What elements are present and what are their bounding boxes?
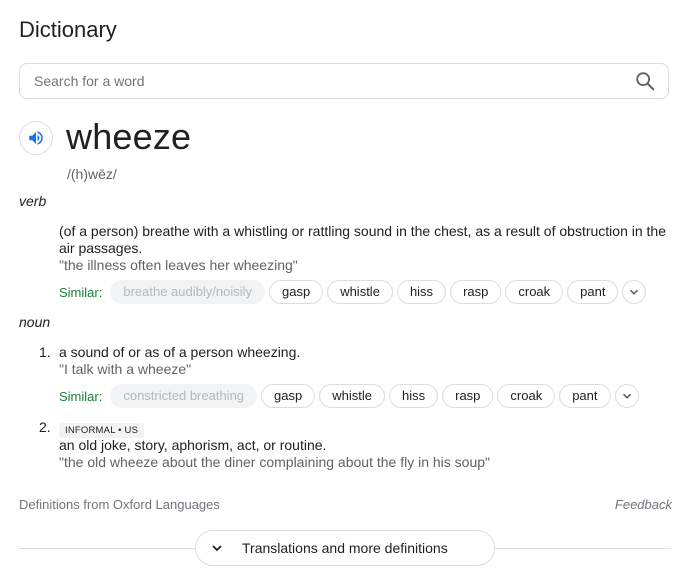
phonetic: /(h)wēz/ — [67, 166, 117, 182]
verb-definition-line1: (of a person) breathe with a whistling o… — [59, 223, 666, 239]
similar-label: Similar: — [59, 284, 103, 300]
chevron-down-icon — [622, 393, 631, 399]
chevron-down-icon — [212, 545, 222, 552]
more-definitions-label: Translations and more definitions — [242, 540, 448, 556]
similar-chip[interactable]: croak — [497, 384, 556, 408]
noun-definition-1: a sound of or as of a person wheezing. — [59, 344, 301, 360]
headword: wheeze — [66, 116, 192, 157]
verb-definition: (of a person) breathe with a whistling o… — [59, 223, 679, 257]
similar-chip[interactable]: croak — [505, 280, 564, 304]
similar-chip[interactable]: breathe audibly/noisily — [110, 280, 265, 304]
noun-definition-2: an old joke, story, aphorism, act, or ro… — [59, 437, 327, 453]
register-label: INFORMAL • US — [59, 423, 145, 438]
similar-chip[interactable]: whistle — [327, 280, 393, 304]
verb-example: "the illness often leaves her wheezing" — [59, 257, 298, 273]
similar-chip[interactable]: hiss — [388, 384, 439, 408]
noun-similar-row: Similar: constricted breathing gasp whis… — [59, 384, 639, 408]
similar-label: Similar: — [59, 388, 103, 404]
sense-number: 1. — [39, 344, 51, 360]
verb-definition-line2: air passages. — [59, 240, 143, 256]
pronunciation-button[interactable] — [19, 121, 53, 155]
source-attribution: Definitions from Oxford Languages — [19, 497, 220, 512]
chevron-down-icon — [630, 289, 639, 295]
pos-noun: noun — [19, 314, 51, 330]
similar-chip[interactable]: whistle — [319, 384, 385, 408]
similar-chip[interactable]: gasp — [261, 384, 316, 408]
speaker-icon — [29, 131, 43, 145]
noun-example-2: "the old wheeze about the diner complain… — [59, 454, 490, 470]
more-definitions-button[interactable]: Translations and more definitions — [195, 530, 495, 566]
feedback-link[interactable]: Feedback — [615, 497, 672, 512]
similar-chip[interactable]: rasp — [450, 280, 502, 304]
similar-chip[interactable]: constricted breathing — [110, 384, 258, 408]
search-icon[interactable] — [634, 70, 656, 92]
similar-chip[interactable]: gasp — [268, 280, 324, 304]
search-box[interactable]: Search for a word — [19, 63, 669, 99]
search-input[interactable]: Search for a word — [34, 73, 634, 89]
similar-chip[interactable]: pant — [567, 280, 619, 304]
divider — [495, 548, 671, 549]
dictionary-heading: Dictionary — [19, 17, 117, 42]
expand-similar-button[interactable] — [622, 280, 647, 304]
noun-example-1: "I talk with a wheeze" — [59, 361, 192, 377]
expand-similar-button[interactable] — [614, 384, 639, 408]
pos-verb: verb — [19, 193, 47, 209]
similar-chip[interactable]: hiss — [396, 280, 447, 304]
similar-chip[interactable]: rasp — [442, 384, 494, 408]
sense-number: 2. — [39, 419, 51, 435]
divider — [19, 548, 195, 549]
similar-chip[interactable]: pant — [559, 384, 611, 408]
verb-similar-row: Similar: breathe audibly/noisily gasp wh… — [59, 280, 647, 304]
